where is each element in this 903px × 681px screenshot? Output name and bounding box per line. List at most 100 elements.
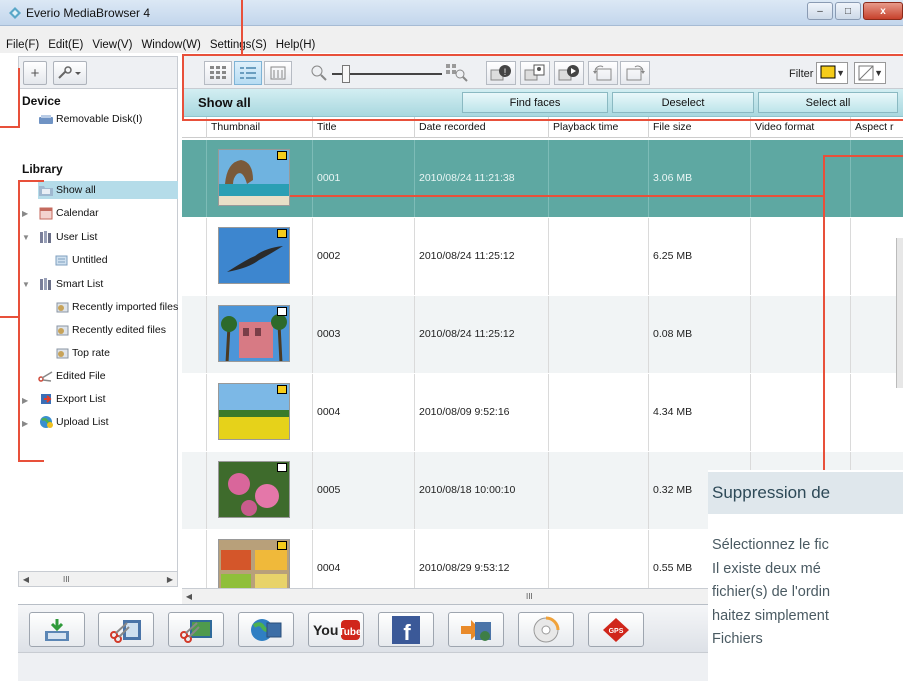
sidebar-item-upload-list[interactable]: Upload List bbox=[38, 413, 109, 431]
settings-tool-button[interactable] bbox=[53, 61, 87, 85]
gps-button[interactable]: GPS bbox=[588, 612, 644, 647]
device-heading: Device bbox=[22, 94, 61, 108]
books-icon bbox=[40, 231, 51, 243]
table-row[interactable]: 0002 2010/08/24 11:25:12 6.25 MB bbox=[182, 218, 903, 295]
edit-video-icon bbox=[110, 619, 141, 643]
callout-line bbox=[241, 0, 243, 56]
smartlist-icon bbox=[56, 302, 69, 313]
photo-badge-icon bbox=[277, 307, 287, 316]
vertical-scrollbar[interactable] bbox=[896, 238, 903, 388]
menu-edit[interactable]: Edit(E) bbox=[48, 39, 83, 52]
callout-line bbox=[18, 460, 44, 462]
menu-view[interactable]: View(V) bbox=[92, 39, 132, 52]
wrench-icon bbox=[58, 66, 81, 79]
edit-photo-icon bbox=[180, 619, 212, 643]
column-divider bbox=[206, 140, 207, 217]
column-divider bbox=[850, 218, 851, 295]
video-badge-icon bbox=[277, 151, 287, 160]
collapse-icon[interactable]: ▼ bbox=[22, 233, 30, 242]
column-divider bbox=[750, 374, 751, 451]
column-divider bbox=[850, 296, 851, 373]
close-button[interactable]: x bbox=[863, 2, 903, 20]
sidebar: Device Removable Disk(I) Library Show al… bbox=[18, 89, 178, 587]
column-divider bbox=[548, 218, 549, 295]
sidebar-horizontal-scrollbar[interactable]: ◀ III ▶ bbox=[18, 571, 178, 587]
sidebar-item-label: Recently edited files bbox=[72, 324, 166, 336]
sidebar-item-removable-disk[interactable]: Removable Disk(I) bbox=[38, 110, 142, 128]
thumbnail-image[interactable] bbox=[218, 539, 290, 588]
sidebar-item-label: Top rate bbox=[72, 347, 110, 359]
collapse-icon[interactable]: ▼ bbox=[22, 280, 30, 289]
expand-icon[interactable]: ▶ bbox=[22, 419, 28, 428]
scroll-right-arrow[interactable]: ▶ bbox=[163, 575, 177, 584]
cell-file-size: 6.25 MB bbox=[653, 250, 693, 262]
svg-text:You: You bbox=[313, 622, 338, 638]
thumbnail-image[interactable] bbox=[218, 461, 290, 518]
import-icon bbox=[45, 618, 69, 641]
web-export-button[interactable] bbox=[238, 612, 294, 647]
sidebar-item-label: Removable Disk(I) bbox=[56, 113, 143, 125]
column-divider bbox=[206, 530, 207, 588]
title-bar: Everio MediaBrowser 4 – □ x bbox=[0, 0, 903, 26]
minimize-button[interactable]: – bbox=[807, 2, 833, 20]
table-row[interactable]: 0003 2010/08/24 11:25:12 0.08 MB bbox=[182, 296, 903, 373]
sidebar-item-top-rate[interactable]: Top rate bbox=[54, 344, 110, 362]
column-divider bbox=[206, 452, 207, 529]
sidebar-item-edited-file[interactable]: Edited File bbox=[38, 367, 106, 385]
list-icon bbox=[55, 255, 68, 266]
sidebar-item-recently-edited[interactable]: Recently edited files bbox=[54, 321, 166, 339]
scroll-left-arrow[interactable]: ◀ bbox=[19, 575, 33, 584]
disk-icon bbox=[39, 115, 53, 124]
gps-icon: GPS bbox=[603, 617, 629, 642]
sidebar-item-export-list[interactable]: Export List bbox=[38, 390, 106, 408]
thumbnail-image[interactable] bbox=[218, 227, 290, 284]
add-button[interactable]: + bbox=[23, 61, 47, 85]
maximize-button[interactable]: □ bbox=[835, 2, 861, 20]
column-divider bbox=[206, 218, 207, 295]
expand-icon[interactable]: ▶ bbox=[22, 396, 28, 405]
sidebar-item-label: Export List bbox=[56, 393, 106, 405]
sidebar-item-label: User List bbox=[56, 231, 98, 243]
edit-video-button[interactable] bbox=[98, 612, 154, 647]
scroll-left-arrow[interactable]: ◀ bbox=[182, 592, 196, 601]
thumbnail-image[interactable] bbox=[218, 305, 290, 362]
sidebar-item-user-list[interactable]: User List bbox=[38, 228, 97, 246]
disc-button[interactable] bbox=[518, 612, 574, 647]
sidebar-item-smart-list[interactable]: Smart List bbox=[38, 275, 103, 293]
sidebar-item-recently-imported[interactable]: Recently imported files bbox=[54, 298, 178, 316]
export-device-icon bbox=[461, 619, 491, 641]
help-panel-line: Sélectionnez le fic bbox=[712, 537, 829, 553]
menu-help[interactable]: Help(H) bbox=[276, 39, 316, 52]
smartlist-icon bbox=[56, 325, 69, 336]
cell-file-size: 0.32 MB bbox=[653, 484, 693, 496]
column-divider bbox=[548, 530, 549, 588]
callout-line bbox=[0, 316, 20, 318]
sidebar-item-show-all[interactable]: Show all bbox=[38, 181, 178, 199]
svg-text:Tube: Tube bbox=[338, 627, 361, 638]
disc-icon bbox=[533, 616, 560, 642]
import-button[interactable] bbox=[29, 612, 85, 647]
youtube-icon: You Tube bbox=[313, 619, 361, 640]
thumbnail-image[interactable] bbox=[218, 149, 290, 206]
column-divider bbox=[206, 296, 207, 373]
help-panel-line: haitez simplement bbox=[712, 607, 829, 624]
menu-file[interactable]: File(F) bbox=[6, 39, 39, 52]
scroll-grip: III bbox=[63, 574, 70, 584]
menu-window[interactable]: Window(W) bbox=[141, 39, 200, 52]
export-device-button[interactable] bbox=[448, 612, 504, 647]
table-row[interactable]: 0004 2010/08/09 9:52:16 4.34 MB bbox=[182, 374, 903, 451]
callout-line bbox=[0, 126, 20, 128]
facebook-button[interactable]: f bbox=[378, 612, 434, 647]
books-icon bbox=[40, 278, 51, 290]
youtube-button[interactable]: You Tube bbox=[308, 612, 364, 647]
callout-line bbox=[18, 180, 20, 462]
cell-title: 0003 bbox=[317, 328, 341, 340]
edit-photo-button[interactable] bbox=[168, 612, 224, 647]
sidebar-item-untitled[interactable]: Untitled bbox=[54, 251, 108, 269]
cell-date-recorded: 2010/08/24 11:25:12 bbox=[419, 328, 515, 340]
thumbnail-image[interactable] bbox=[218, 383, 290, 440]
sidebar-item-calendar[interactable]: Calendar bbox=[38, 204, 99, 222]
menu-settings[interactable]: Settings(S) bbox=[210, 39, 267, 52]
expand-icon[interactable]: ▶ bbox=[22, 209, 28, 218]
table-row[interactable]: 0001 2010/08/24 11:21:38 3.06 MB bbox=[182, 140, 903, 217]
